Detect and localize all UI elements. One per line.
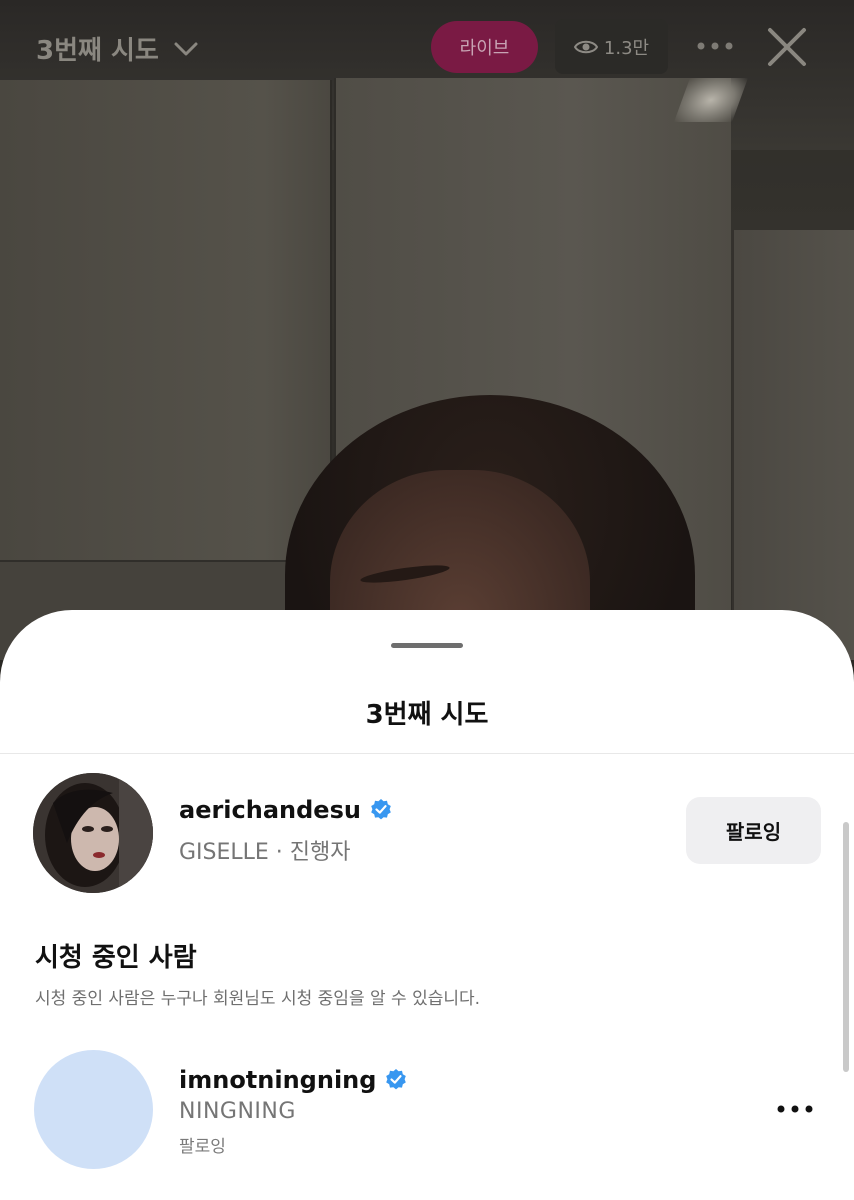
chevron-down-icon [174, 42, 198, 55]
live-title: 3번째 시도 [36, 36, 159, 66]
host-avatar[interactable] [33, 773, 153, 893]
viewers-sheet: 3번째 시도 aerichandesu GISELLE · 진행자 팔로잉 시청… [0, 610, 854, 1200]
verified-badge-icon [386, 1069, 407, 1090]
sheet-divider [0, 753, 854, 754]
following-button[interactable]: 팔로잉 [686, 797, 821, 864]
more-icon[interactable] [696, 30, 734, 62]
close-icon[interactable] [764, 24, 810, 70]
viewer-count-button[interactable]: 1.3만 [555, 19, 668, 74]
video-cabinet-left [0, 80, 332, 600]
viewer-username: imnotningning [179, 1066, 377, 1094]
live-video [0, 0, 854, 660]
verified-badge-icon [371, 799, 391, 820]
host-username-row[interactable]: aerichandesu [179, 796, 393, 824]
video-cabinet-right [732, 230, 854, 660]
viewer-display-name: NINGNING [179, 1099, 296, 1124]
host-username: aerichandesu [179, 796, 361, 824]
sheet-scrollbar[interactable] [843, 822, 849, 1072]
viewers-description: 시청 중인 사람은 누구나 회원님도 시청 중임을 알 수 있습니다. [35, 989, 481, 1009]
viewer-username-row[interactable]: imnotningning [179, 1066, 408, 1094]
sheet-drag-handle[interactable] [391, 643, 463, 648]
viewer-count: 1.3만 [603, 37, 650, 59]
viewers-heading: 시청 중인 사람 [35, 943, 197, 973]
live-button[interactable]: 라이브 [431, 21, 538, 73]
live-top-bar: 3번째 시도 라이브 1.3만 [0, 0, 854, 95]
sheet-title: 3번째 시도 [365, 700, 489, 730]
live-title-dropdown[interactable]: 3번째 시도 [36, 30, 199, 67]
more-icon[interactable] [776, 1098, 814, 1120]
host-avatar-image [33, 773, 153, 893]
eye-icon [573, 40, 598, 53]
host-subtitle: GISELLE · 진행자 [179, 840, 351, 865]
viewer-avatar[interactable] [34, 1050, 153, 1169]
viewer-follow-status: 팔로잉 [179, 1137, 226, 1157]
